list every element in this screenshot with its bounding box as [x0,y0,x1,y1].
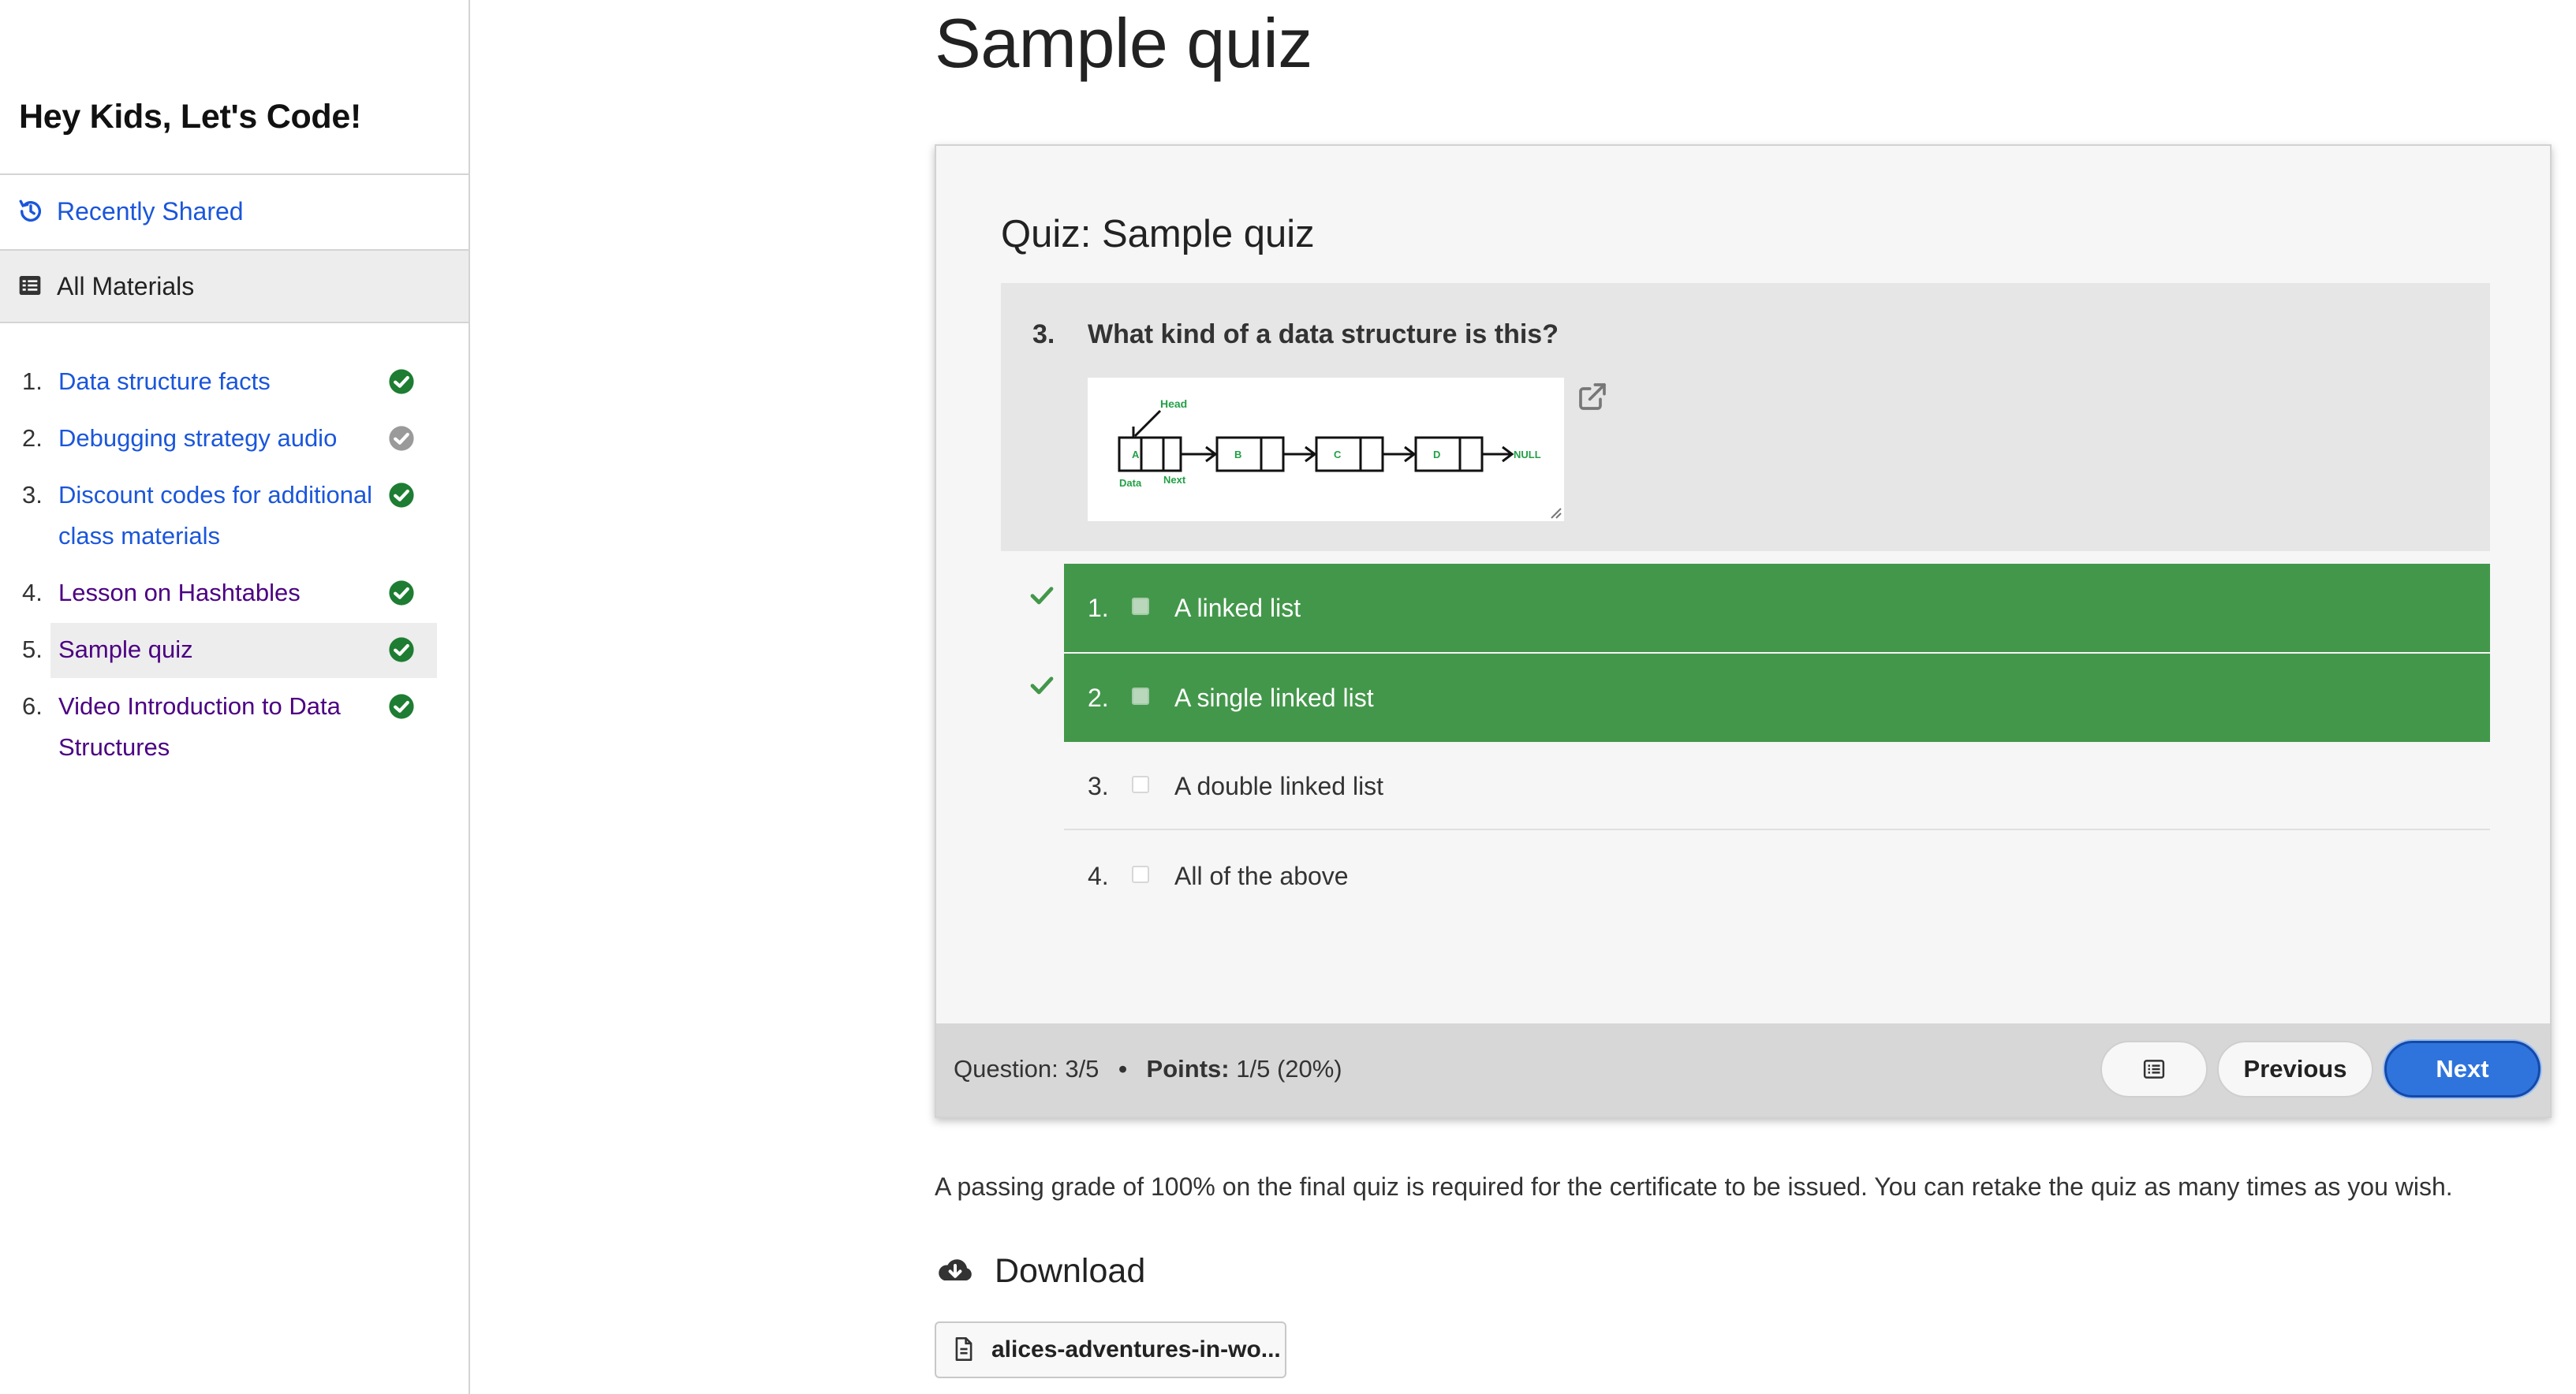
question-list-button[interactable] [2100,1041,2208,1098]
complete-check-icon [389,580,414,606]
answer-label: All of the above [1174,862,1349,890]
points-label: Points: [1146,1055,1230,1083]
question-label: Question: [954,1055,1058,1083]
page-title: Sample quiz [935,4,1312,82]
answer-number: 3. [1088,772,1109,800]
diagram-data-label: Data [1119,477,1142,489]
answer-label: A double linked list [1174,772,1384,800]
diagram-head-label: Head [1160,397,1187,410]
nav-all-materials-label: All Materials [57,271,195,300]
complete-check-icon [389,483,414,508]
answer-checkbox[interactable] [1132,598,1149,615]
list-icon [2143,1060,2165,1079]
external-link-icon[interactable] [1577,381,1608,412]
separator-dot: • [1118,1055,1127,1083]
nav-recently-shared[interactable]: Recently Shared [0,173,469,248]
incomplete-check-icon [389,426,414,451]
diagram-null-label: NULL [1514,449,1541,460]
quiz-progress: Question: 3/5 • Points: 1/5 (20%) [954,1055,1342,1083]
file-name: alices-adventures-in-wo... [991,1336,1281,1362]
file-icon [954,1336,976,1363]
lesson-link[interactable]: Video Introduction to Data Structures [58,686,374,768]
complete-check-icon [389,694,414,719]
site-title[interactable]: Hey Kids, Let's Code! [19,98,361,136]
certificate-notice: A passing grade of 100% on the final qui… [935,1172,2453,1201]
question-box: 3. What kind of a data structure is this… [1001,283,2490,551]
answer-label: A linked list [1174,594,1301,622]
answer-number: 2. [1088,684,1109,712]
answer-option-3[interactable]: 3. A double linked list [1064,742,2490,830]
points-value: 1/5 (20%) [1236,1055,1342,1083]
lesson-number: 3. [22,481,43,509]
lesson-link[interactable]: Data structure facts [58,361,390,402]
diagram-node-b: B [1234,449,1241,460]
download-heading-label: Download [995,1252,1146,1290]
answer-option-4[interactable]: 4. All of the above [1064,832,2490,920]
lesson-number: 2. [22,424,43,452]
history-icon [17,198,44,225]
linked-list-diagram[interactable]: Head A B C D NULL Data Next [1088,378,1564,521]
complete-check-icon [389,369,414,394]
quiz-card: Quiz: Sample quiz 3. What kind of a data… [935,144,2552,1118]
lesson-number: 6. [22,692,43,720]
answer-checkbox[interactable] [1132,688,1149,705]
question-value: 3/5 [1065,1055,1099,1083]
lesson-link[interactable]: Sample quiz [58,629,390,670]
quiz-heading: Quiz: Sample quiz [1001,213,1315,255]
answer-number: 1. [1088,594,1109,622]
diagram-node-c: C [1334,449,1342,460]
answer-label: A single linked list [1174,684,1374,712]
cloud-download-icon [935,1255,976,1288]
answer-number: 4. [1088,862,1109,890]
nav-all-materials[interactable]: All Materials [0,249,469,323]
diagram-node-d: D [1433,449,1440,460]
lesson-number: 5. [22,636,43,663]
list-icon [17,273,44,300]
question-text: What kind of a data structure is this? [1088,319,1559,349]
complete-check-icon [389,637,414,662]
sidebar: Hey Kids, Let's Code! Recently Shared Al… [0,0,470,1394]
nav-recently-shared-label: Recently Shared [57,196,244,226]
lesson-link[interactable]: Discount codes for additional class mate… [58,475,390,557]
lesson-link[interactable]: Lesson on Hashtables [58,572,390,613]
next-button[interactable]: Next [2384,1041,2541,1098]
diagram-next-label: Next [1163,474,1186,486]
answer-checkbox[interactable] [1132,866,1149,883]
question-number: 3. [1032,319,1055,349]
lesson-number: 4. [22,579,43,606]
diagram-node-a: A [1132,449,1140,460]
answer-option-1[interactable]: 1. A linked list [1064,564,2490,652]
quiz-footer: Question: 3/5 • Points: 1/5 (20%) Previo… [936,1023,2550,1116]
download-heading: Download [935,1252,1145,1291]
answer-option-2[interactable]: 2. A single linked list [1064,654,2490,742]
download-file-button[interactable]: alices-adventures-in-wo... [935,1321,1286,1378]
previous-button[interactable]: Previous [2217,1041,2373,1098]
correct-check-icon [1030,587,1054,605]
lesson-number: 1. [22,367,43,395]
lesson-link[interactable]: Debugging strategy audio [58,418,390,459]
correct-check-icon [1030,676,1054,695]
answer-checkbox[interactable] [1132,776,1149,793]
